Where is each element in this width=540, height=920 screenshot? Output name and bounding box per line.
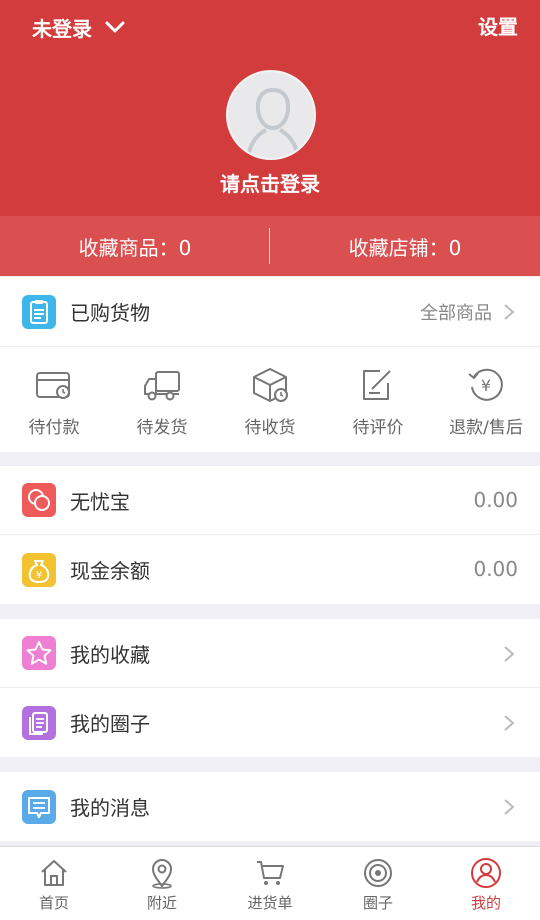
bottom-tab-bar: 首页 附近 进货单 圈子 我的 bbox=[0, 846, 540, 920]
row-arrow bbox=[492, 619, 516, 688]
message-icon bbox=[22, 789, 56, 824]
target-icon bbox=[364, 859, 392, 887]
row-arrow bbox=[492, 772, 516, 841]
wallet-clock-icon bbox=[36, 372, 70, 399]
chevron-right-icon bbox=[504, 645, 515, 662]
refund-icon: ¥ bbox=[468, 368, 503, 401]
location-pin-icon bbox=[151, 859, 173, 889]
pending-payment-button[interactable]: 待付款 bbox=[0, 347, 108, 452]
collection-card: 我的收藏 我的圈子 bbox=[0, 619, 540, 757]
my-favorites-label: 我的收藏 bbox=[70, 642, 150, 667]
stats-divider bbox=[269, 228, 270, 264]
pending-payment-label: 待付款 bbox=[28, 418, 80, 438]
tab-circle[interactable]: 圈子 bbox=[324, 847, 432, 920]
tab-circle-label: 圈子 bbox=[362, 894, 393, 912]
pending-shipment-button[interactable]: 待发货 bbox=[108, 347, 216, 452]
my-messages-row[interactable]: 我的消息 bbox=[0, 772, 540, 841]
svg-text:¥: ¥ bbox=[36, 570, 42, 581]
documents-icon bbox=[22, 705, 56, 740]
purchased-goods-row[interactable]: 已购货物 全部商品 bbox=[0, 277, 540, 346]
cash-balance-row[interactable]: ¥ 现金余额 0.00 bbox=[0, 535, 540, 604]
tab-home[interactable]: 首页 bbox=[0, 847, 108, 920]
package-icon bbox=[253, 368, 288, 402]
pending-receipt-label: 待收货 bbox=[244, 418, 296, 438]
tab-mine-label: 我的 bbox=[470, 894, 501, 912]
truck-icon bbox=[144, 371, 180, 401]
chevron-down-icon bbox=[105, 21, 125, 33]
svg-text:¥: ¥ bbox=[481, 376, 491, 395]
pending-receipt-button[interactable]: 待收货 bbox=[216, 347, 324, 452]
pending-review-label: 待评价 bbox=[352, 418, 404, 438]
wuyoubao-row[interactable]: 无忧宝 0.00 bbox=[0, 466, 540, 535]
avatar[interactable] bbox=[226, 70, 316, 160]
refund-aftersale-label: 退款/售后 bbox=[449, 418, 523, 438]
money-bag-icon: ¥ bbox=[22, 552, 56, 587]
purchased-goods-label: 已购货物 bbox=[70, 301, 150, 325]
edit-note-icon bbox=[363, 370, 391, 400]
tab-nearby-label: 附近 bbox=[146, 894, 177, 912]
pending-shipment-label: 待发货 bbox=[136, 418, 188, 438]
refund-aftersale-button[interactable]: ¥ 退款/售后 bbox=[432, 347, 540, 452]
login-status-label: 未登录 bbox=[32, 16, 92, 41]
all-goods-label: 全部商品 bbox=[420, 302, 492, 324]
messages-card: 我的消息 bbox=[0, 772, 540, 841]
tab-mine[interactable]: 我的 bbox=[432, 847, 540, 920]
user-icon bbox=[471, 858, 501, 888]
chevron-right-icon bbox=[504, 303, 515, 320]
login-prompt[interactable]: 请点击登录 bbox=[0, 168, 540, 197]
my-circle-label: 我的圈子 bbox=[70, 712, 150, 736]
tab-cart[interactable]: 进货单 bbox=[216, 847, 324, 920]
orders-card: 已购货物 全部商品 待付款 待发货 待收货 待评价 ¥ 退款/售后 bbox=[0, 277, 540, 452]
coins-icon bbox=[22, 483, 56, 517]
chevron-right-icon bbox=[504, 714, 515, 731]
star-icon bbox=[22, 636, 56, 670]
settings-button[interactable]: 设置 bbox=[478, 12, 518, 42]
my-favorites-row[interactable]: 我的收藏 bbox=[0, 619, 540, 688]
default-avatar-icon bbox=[246, 87, 300, 158]
wuyoubao-value: 0.00 bbox=[473, 488, 518, 512]
all-goods-link[interactable]: 全部商品 bbox=[420, 277, 516, 346]
chevron-right-icon bbox=[504, 798, 515, 815]
tab-cart-label: 进货单 bbox=[247, 894, 293, 912]
tab-home-label: 首页 bbox=[38, 894, 69, 912]
my-circle-row[interactable]: 我的圈子 bbox=[0, 688, 540, 757]
favorite-shops-count[interactable]: 收藏店铺：0 bbox=[270, 232, 540, 261]
favorite-goods-count[interactable]: 收藏商品：0 bbox=[0, 232, 270, 261]
home-icon bbox=[41, 860, 67, 886]
cash-balance-label: 现金余额 bbox=[70, 559, 150, 583]
favorites-stats-bar: 收藏商品：0 收藏店铺：0 bbox=[0, 216, 540, 276]
clipboard-icon bbox=[22, 294, 56, 329]
pending-review-button[interactable]: 待评价 bbox=[324, 347, 432, 452]
wallet-card: 无忧宝 0.00 ¥ 现金余额 0.00 bbox=[0, 466, 540, 604]
profile-header: 未登录 设置 请点击登录 bbox=[0, 0, 540, 216]
row-arrow bbox=[492, 688, 516, 757]
order-status-row: 待付款 待发货 待收货 待评价 ¥ 退款/售后 bbox=[0, 346, 540, 452]
tab-nearby[interactable]: 附近 bbox=[108, 847, 216, 920]
my-messages-label: 我的消息 bbox=[70, 796, 150, 820]
cart-icon bbox=[257, 861, 284, 885]
login-status-dropdown[interactable]: 未登录 bbox=[32, 12, 126, 42]
cash-balance-value: 0.00 bbox=[473, 557, 518, 581]
wuyoubao-label: 无忧宝 bbox=[70, 489, 130, 514]
